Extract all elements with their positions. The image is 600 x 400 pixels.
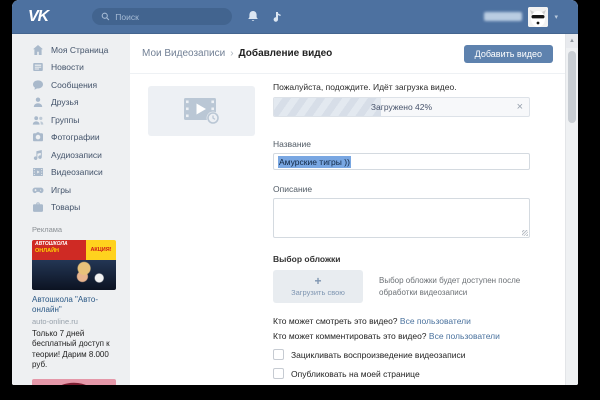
ad-badge: АКЦИЯ! xyxy=(86,240,116,260)
breadcrumb-separator: › xyxy=(230,48,233,59)
ads-section-label: Реклама xyxy=(32,225,116,234)
ad-body-text: Только 7 дней бесплатный доступ к теории… xyxy=(32,329,116,371)
cover-hint-text: Выбор обложки будет доступен после обраб… xyxy=(379,275,529,299)
ad-title-link[interactable]: Автошкола "Авто-онлайн" xyxy=(32,295,116,315)
search-placeholder: Поиск xyxy=(115,12,139,22)
publish-on-page-checkbox-row[interactable]: Опубликовать на моей странице xyxy=(273,368,530,379)
plus-icon: + xyxy=(314,276,321,286)
avatar xyxy=(528,7,548,27)
sidebar-item-friends[interactable]: Друзья xyxy=(32,94,116,112)
comment-permission-link[interactable]: Все пользователи xyxy=(429,331,500,341)
upload-cover-button[interactable]: + Загрузить свою xyxy=(273,270,363,303)
sidebar: Моя Страница Новости Сообщения Друзья Гр… xyxy=(12,34,130,385)
market-icon xyxy=(32,201,44,213)
topbar: VK Поиск ▾ xyxy=(12,0,578,34)
upload-wait-text: Пожалуйста, подождите. Идёт загрузка вид… xyxy=(273,82,530,92)
upload-progress-bar: Загружено 42% × xyxy=(273,97,530,117)
loop-playback-checkbox[interactable] xyxy=(273,349,284,360)
ad-photo xyxy=(32,260,116,290)
sidebar-item-news[interactable]: Новости xyxy=(32,59,116,77)
sidebar-item-games[interactable]: Игры xyxy=(32,181,116,199)
photos-icon xyxy=(32,131,44,143)
title-input[interactable]: Амурские тигры )) xyxy=(273,153,530,170)
groups-icon xyxy=(32,114,44,126)
film-clock-icon xyxy=(181,96,223,126)
title-label: Название xyxy=(273,139,530,149)
friends-icon xyxy=(32,96,44,108)
caret-down-icon: ▾ xyxy=(554,13,558,21)
cancel-upload-icon[interactable]: × xyxy=(517,98,523,116)
username-redacted xyxy=(484,12,522,21)
description-textarea[interactable] xyxy=(273,198,530,238)
sidebar-item-groups[interactable]: Группы xyxy=(32,111,116,129)
search-input[interactable]: Поиск xyxy=(92,8,232,25)
comment-permission-row: Кто может комментировать это видео? Все … xyxy=(273,331,530,341)
scrollbar-thumb[interactable] xyxy=(568,51,576,123)
sidebar-item-audio[interactable]: Аудиозаписи xyxy=(32,146,116,164)
user-menu[interactable]: ▾ xyxy=(484,7,558,27)
progress-label: Загружено 42% xyxy=(274,98,529,116)
ad-url: auto-online.ru xyxy=(32,317,116,326)
vk-logo[interactable]: VK xyxy=(28,8,48,26)
publish-on-page-checkbox[interactable] xyxy=(273,368,284,379)
sidebar-item-photos[interactable]: Фотографии xyxy=(32,129,116,147)
loop-playback-checkbox-row[interactable]: Зацикливать воспроизведение видеозаписи xyxy=(273,349,530,360)
games-icon xyxy=(32,184,44,196)
vertical-scrollbar[interactable]: ▲ xyxy=(565,34,578,385)
search-icon xyxy=(101,12,110,21)
cover-choice-label: Выбор обложки xyxy=(273,254,530,264)
page-header: Мои Видеозаписи › Добавление видео Добав… xyxy=(130,34,565,74)
upload-form: Пожалуйста, подождите. Идёт загрузка вид… xyxy=(130,74,565,385)
browser-viewport: VK Поиск ▾ Моя Страница Новос xyxy=(12,0,578,385)
ad-banner-image[interactable]: АВТОШКОЛА ОНЛАЙН АКЦИЯ! xyxy=(32,240,116,290)
video-thumbnail-placeholder xyxy=(148,86,255,136)
news-icon xyxy=(32,61,44,73)
add-video-button[interactable]: Добавить видео xyxy=(464,45,553,63)
sidebar-item-video[interactable]: Видеозаписи xyxy=(32,164,116,182)
main-content: Мои Видеозаписи › Добавление видео Добав… xyxy=(130,34,565,385)
breadcrumb-current: Добавление видео xyxy=(239,48,333,59)
watch-permission-link[interactable]: Все пользователи xyxy=(400,316,471,326)
audio-icon xyxy=(32,149,44,161)
bell-icon[interactable] xyxy=(247,10,259,23)
description-label: Описание xyxy=(273,184,530,194)
music-icon[interactable] xyxy=(273,10,283,23)
ad-image-2[interactable] xyxy=(32,379,116,385)
video-icon xyxy=(32,166,44,178)
breadcrumb-parent[interactable]: Мои Видеозаписи xyxy=(142,48,225,59)
scroll-up-icon[interactable]: ▲ xyxy=(566,34,578,48)
watch-permission-row: Кто может смотреть это видео? Все пользо… xyxy=(273,316,530,326)
messages-icon xyxy=(32,79,44,91)
sidebar-item-messages[interactable]: Сообщения xyxy=(32,76,116,94)
sidebar-item-my-page[interactable]: Моя Страница xyxy=(32,41,116,59)
sidebar-item-market[interactable]: Товары xyxy=(32,199,116,217)
home-icon xyxy=(32,44,44,56)
title-selected-text: Амурские тигры )) xyxy=(278,156,351,168)
